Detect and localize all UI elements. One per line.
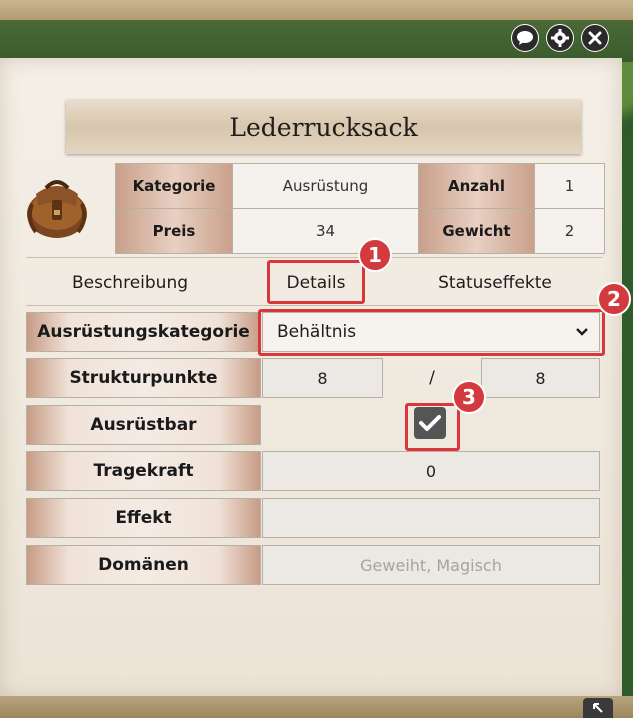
domaenen-label: Domänen (26, 545, 261, 585)
ausruestungskategorie-label: Ausrüstungskategorie (26, 312, 261, 352)
window-frame-top (0, 0, 633, 20)
tab-statuseffekte[interactable]: Statuseffekte (420, 268, 570, 298)
window-frame-bottom (0, 696, 633, 718)
highlight-ausruestbar-checkbox (405, 403, 460, 451)
highlight-kategorie-select (258, 309, 605, 356)
gear-icon (551, 29, 569, 47)
tragekraft-label: Tragekraft (26, 451, 261, 491)
effekt-label: Effekt (26, 498, 261, 538)
kategorie-value: Ausrüstung (232, 163, 419, 209)
highlight-details-tab (267, 260, 365, 304)
anzahl-label: Anzahl (418, 163, 535, 209)
item-title-banner: Lederrucksack (66, 100, 581, 154)
item-info-table: Kategorie Ausrüstung Anzahl 1 Preis 34 G… (115, 163, 605, 254)
domaenen-input[interactable]: Geweiht, Magisch (262, 545, 600, 585)
effekt-input[interactable] (262, 498, 600, 538)
preis-value[interactable]: 34 (232, 208, 419, 254)
tabs-divider-top (26, 257, 602, 258)
chat-button[interactable] (511, 24, 539, 52)
item-title[interactable]: Lederrucksack (229, 113, 417, 142)
preis-label: Preis (115, 208, 233, 254)
chat-icon (517, 31, 533, 45)
tabs-divider-bottom (26, 305, 602, 306)
close-button[interactable] (581, 24, 609, 52)
settings-button[interactable] (546, 24, 574, 52)
ausruestbar-label: Ausrüstbar (26, 405, 261, 445)
close-icon (588, 31, 602, 45)
anzahl-value[interactable]: 1 (534, 163, 605, 209)
resize-arrow-icon (593, 703, 603, 713)
step-badge-3: 3 (452, 380, 486, 414)
kategorie-label: Kategorie (115, 163, 233, 209)
strukturpunkte-label: Strukturpunkte (26, 358, 261, 398)
tab-beschreibung[interactable]: Beschreibung (60, 268, 200, 298)
strukturpunkte-current-input[interactable]: 8 (262, 358, 383, 398)
strukturpunkte-max-input[interactable]: 8 (481, 358, 600, 398)
tragekraft-input[interactable]: 0 (262, 451, 600, 491)
resize-handle[interactable] (583, 698, 613, 718)
step-badge-1: 1 (358, 238, 392, 272)
step-badge-2: 2 (597, 282, 631, 316)
backpack-icon[interactable] (22, 170, 92, 242)
gewicht-value[interactable]: 2 (534, 208, 605, 254)
gewicht-label: Gewicht (418, 208, 535, 254)
